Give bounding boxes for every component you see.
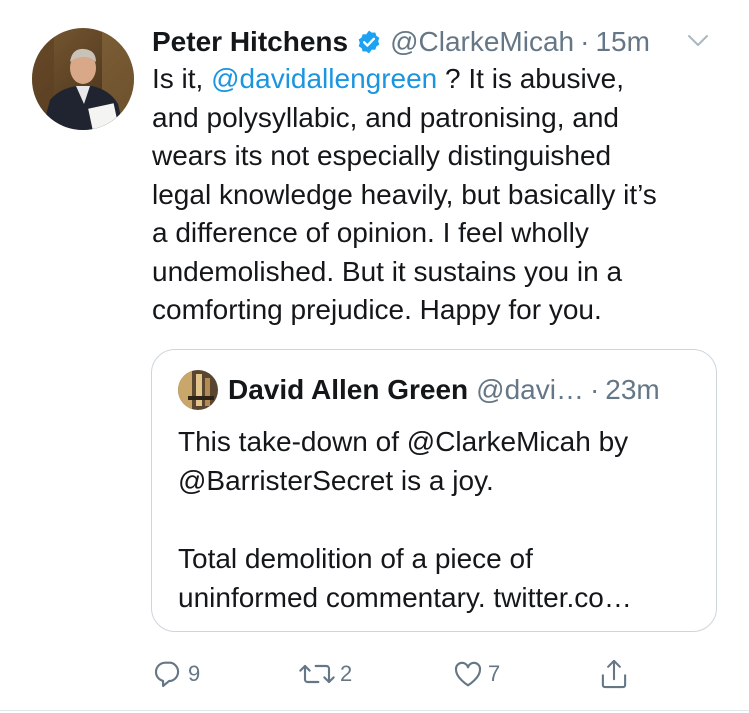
heart-icon (452, 658, 484, 690)
like-button[interactable]: 7 (452, 654, 500, 694)
quoted-tweet-timestamp: 23m (605, 374, 660, 405)
quoted-author-name: David Allen Green (228, 374, 469, 405)
tweet-timestamp[interactable]: 15m (595, 26, 649, 58)
tweet-text-line: a difference of opinion. I feel wholly (152, 217, 589, 248)
tweet-text-line: undemolished. But it sustains you in a (152, 255, 623, 287)
share-button[interactable] (598, 654, 630, 694)
tweet-text-line: comforting prejudice. Happy for you. (152, 294, 602, 325)
share-icon (598, 657, 630, 691)
quoted-header-separator: · (589, 374, 600, 405)
tweet-text-line: legal knowledge heavily, but basically i… (152, 178, 657, 210)
like-count: 7 (488, 661, 501, 686)
tweet-text-line: and polysyllabic, and patronising, and (152, 101, 619, 133)
author-avatar[interactable] (32, 28, 134, 130)
verified-badge-icon (356, 29, 382, 55)
retweet-button[interactable]: 2 (298, 654, 352, 694)
quoted-text-line: @BarristerSecret is a joy. (178, 465, 494, 496)
reply-icon (152, 658, 184, 690)
quoted-tweet-header: David Allen Green @davi… · 23m (228, 370, 708, 410)
tweet-text-segment: Is it, (152, 63, 212, 94)
tweet-actions: 9 2 7 (152, 654, 642, 694)
author-name[interactable]: Peter Hitchens (152, 26, 348, 58)
tweet-header: Peter Hitchens @ClarkeMicah · 15m (152, 22, 732, 62)
header-separator: · (580, 26, 590, 57)
quoted-author-handle: @davi… (476, 374, 584, 405)
tweet[interactable]: Peter Hitchens @ClarkeMicah · 15m Is it,… (0, 0, 749, 713)
quoted-author-avatar (178, 370, 218, 410)
author-handle[interactable]: @ClarkeMicah (390, 26, 574, 58)
tweet-text-segment: ? It is abusive, (437, 63, 625, 94)
divider (0, 710, 749, 711)
reply-count: 9 (188, 661, 201, 686)
tweet-text: Is it, @davidallengreen ? It is abusive,… (152, 60, 732, 330)
retweet-icon (298, 658, 336, 690)
quoted-text-line: This take-down of @ClarkeMicah by (178, 426, 629, 457)
quoted-tweet-text: This take-down of @ClarkeMicah by @Barri… (178, 422, 698, 617)
tweet-text-line: wears its not especially distinguished (152, 140, 612, 171)
tweet-text-line: Is it, @davidallengreen ? It is abusive, (152, 60, 732, 99)
mention-link[interactable]: @davidallengreen (211, 63, 437, 94)
quoted-text-line: Total demolition of a piece of (178, 543, 533, 574)
reply-button[interactable]: 9 (152, 654, 200, 694)
retweet-count: 2 (340, 661, 353, 686)
quoted-text-line: uninformed commentary. twitter.co… (178, 582, 632, 613)
quoted-tweet-card[interactable]: David Allen Green @davi… · 23m This take… (151, 349, 717, 632)
chevron-down-icon[interactable] (686, 32, 710, 50)
